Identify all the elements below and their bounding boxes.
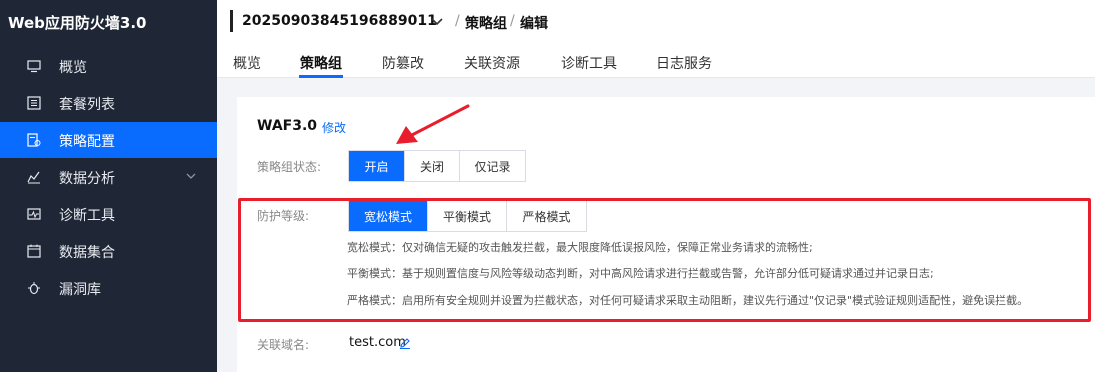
app-title: Web应用防火墙3.0 — [8, 14, 147, 32]
calendar-icon — [27, 244, 41, 258]
policy-icon — [27, 133, 41, 147]
tab-anti-tamper[interactable]: 防篡改 — [382, 53, 424, 73]
tab-overview[interactable]: 概览 — [233, 53, 261, 73]
list-icon — [27, 96, 41, 110]
sidebar-item-label: 概览 — [59, 60, 87, 76]
chevron-down-icon[interactable] — [185, 170, 197, 182]
top-header: 20250903845196889011 / 策略组 / 编辑 概览 策略组 防… — [217, 0, 1095, 78]
highlight-box — [238, 198, 1091, 322]
sidebar-item-data-collection[interactable]: 数据集合 — [0, 233, 217, 269]
sidebar-item-label: 数据集合 — [59, 245, 115, 261]
header-accent-bar — [230, 10, 233, 32]
status-off-button[interactable]: 关闭 — [405, 151, 460, 181]
tab-policy-group[interactable]: 策略组 — [300, 53, 342, 73]
status-log-only-button[interactable]: 仅记录 — [460, 151, 525, 181]
sidebar-item-label: 诊断工具 — [59, 208, 115, 224]
policy-name: WAF3.0 — [257, 118, 318, 134]
sidebar-item-label: 数据分析 — [59, 171, 115, 187]
bug-icon — [28, 282, 40, 295]
breadcrumb-edit: 编辑 — [520, 16, 548, 32]
sidebar-item-label: 漏洞库 — [59, 282, 101, 298]
edit-link[interactable]: 修改 — [322, 119, 346, 136]
domain-value: test.com — [349, 335, 406, 350]
sidebar-item-plans[interactable]: 套餐列表 — [0, 85, 217, 121]
sidebar-item-vuln-db[interactable]: 漏洞库 — [0, 270, 217, 306]
sidebar: Web应用防火墙3.0 概览 套餐列表 策略配置 数据分析 诊断工具 数据集合 … — [0, 0, 217, 372]
sidebar-item-policy-config[interactable]: 策略配置 — [0, 122, 217, 158]
sidebar-item-label: 策略配置 — [59, 134, 115, 150]
status-label: 策略组状态: — [257, 160, 322, 174]
instance-selector[interactable]: 20250903845196889011 — [242, 13, 437, 29]
active-tab-indicator — [299, 75, 343, 78]
sidebar-item-label: 套餐列表 — [59, 97, 115, 113]
chart-icon — [27, 171, 40, 184]
breadcrumb-separator: / — [510, 13, 515, 29]
sidebar-item-diagnostics[interactable]: 诊断工具 — [0, 196, 217, 232]
status-segmented-control: 开启 关闭 仅记录 — [348, 150, 526, 182]
diagnostic-icon — [27, 208, 41, 220]
annotation-arrow-icon — [396, 104, 470, 144]
tab-related-resources[interactable]: 关联资源 — [464, 53, 520, 73]
pencil-icon[interactable] — [399, 337, 411, 349]
sidebar-item-data-analysis[interactable]: 数据分析 — [0, 159, 217, 195]
tab-diagnostics[interactable]: 诊断工具 — [561, 53, 617, 73]
chevron-down-icon[interactable] — [430, 15, 444, 29]
sidebar-item-overview[interactable]: 概览 — [0, 48, 217, 84]
breadcrumb-policy-group[interactable]: 策略组 — [465, 13, 507, 33]
domain-label: 关联域名: — [257, 338, 310, 352]
status-on-button[interactable]: 开启 — [349, 151, 405, 181]
breadcrumb-separator: / — [455, 13, 460, 29]
tab-log-service[interactable]: 日志服务 — [656, 53, 712, 73]
monitor-icon — [27, 60, 41, 73]
